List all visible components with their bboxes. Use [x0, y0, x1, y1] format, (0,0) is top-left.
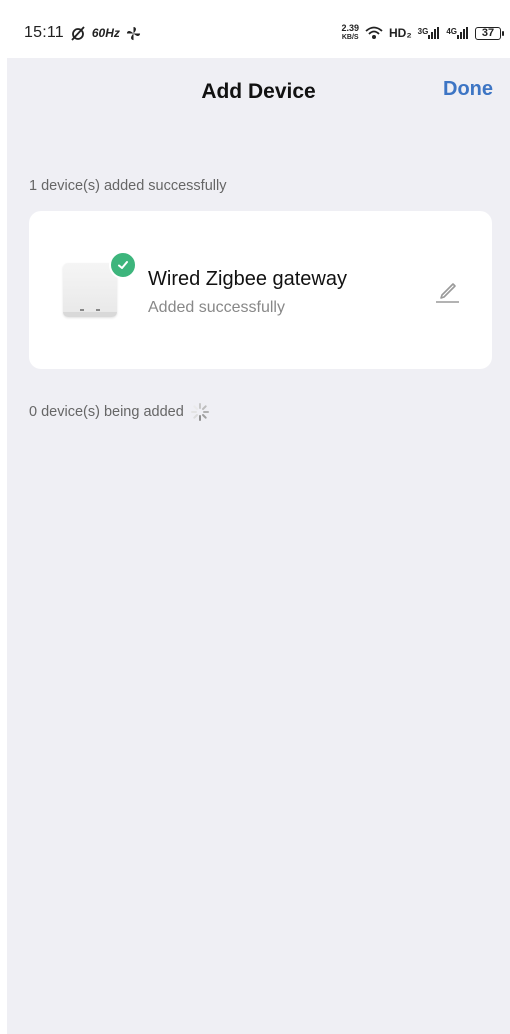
- adding-section-text: 0 device(s) being added: [29, 404, 184, 420]
- status-time: 15:11: [24, 24, 64, 41]
- signal-4g: 4G: [446, 27, 469, 39]
- device-card[interactable]: Wired Zigbee gateway Added successfully: [29, 211, 492, 369]
- net-speed-unit: KB/S: [341, 34, 359, 41]
- device-name: Wired Zigbee gateway: [148, 268, 347, 290]
- refresh-rate-label: 60Hz: [91, 26, 120, 40]
- success-check-icon: [109, 251, 137, 279]
- done-button[interactable]: Done: [443, 78, 493, 101]
- device-status: Added successfully: [148, 299, 285, 316]
- signal-3g-label: 3G: [417, 27, 429, 36]
- net-speed: 2.39 KB/S: [341, 24, 359, 42]
- signal-3g: 3G: [418, 27, 441, 39]
- net-speed-value: 2.39: [341, 23, 359, 33]
- screen: 15:11 60Hz 2.39 KB/S HD₂ 3G 4G 37 Add De…: [7, 8, 510, 1034]
- status-left: 15:11 60Hz: [24, 24, 141, 42]
- added-section-label: 1 device(s) added successfully: [29, 178, 227, 194]
- loading-spinner-icon: [190, 402, 210, 422]
- hd-label: HD₂: [388, 26, 412, 40]
- page-title: Add Device: [201, 80, 316, 103]
- signal-4g-label: 4G: [446, 27, 457, 36]
- nav-bar: Add Device Done: [7, 58, 510, 126]
- signal-bars-icon: [428, 27, 440, 39]
- edit-name-button[interactable]: [432, 277, 462, 305]
- status-bar: 15:11 60Hz 2.39 KB/S HD₂ 3G 4G 37: [7, 8, 510, 58]
- fan-icon: [126, 26, 141, 41]
- wifi-icon: [365, 26, 383, 40]
- device-port: [80, 309, 84, 311]
- device-port: [96, 309, 100, 311]
- signal-bars-icon: [457, 27, 468, 39]
- pencil-icon: [436, 283, 459, 303]
- status-right: 2.39 KB/S HD₂ 3G 4G 37: [341, 24, 504, 42]
- alarm-off-icon: [70, 25, 86, 41]
- battery-icon: 37: [475, 26, 504, 40]
- device-image: [63, 263, 117, 317]
- adding-section-label: 0 device(s) being added: [29, 402, 210, 422]
